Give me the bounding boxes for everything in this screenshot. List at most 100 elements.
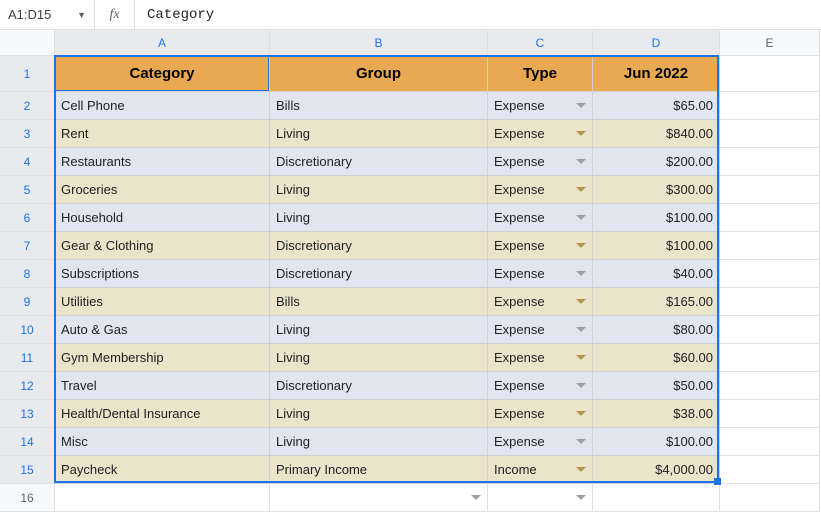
row-header-13[interactable]: 13 — [0, 400, 55, 428]
cell-E9[interactable] — [720, 288, 820, 316]
cell-type-dropdown[interactable]: Expense — [488, 428, 593, 456]
cell-group[interactable]: Living — [270, 400, 488, 428]
col-header-B[interactable]: B — [270, 30, 488, 56]
cell-category[interactable]: Restaurants — [55, 148, 270, 176]
row-header-1[interactable]: 1 — [0, 56, 55, 92]
cell-type-dropdown[interactable]: Expense — [488, 400, 593, 428]
chevron-down-icon[interactable] — [576, 411, 586, 416]
cell-amount[interactable]: $65.00 — [593, 92, 720, 120]
chevron-down-icon[interactable] — [576, 131, 586, 136]
cell-type-dropdown[interactable]: Expense — [488, 176, 593, 204]
chevron-down-icon[interactable] — [576, 103, 586, 108]
cell-E16[interactable] — [720, 484, 820, 512]
cell-amount[interactable]: $100.00 — [593, 428, 720, 456]
cell-type-dropdown[interactable]: Expense — [488, 204, 593, 232]
row-header-8[interactable]: 8 — [0, 260, 55, 288]
spreadsheet-grid[interactable]: ABCDE1CategoryGroupTypeJun 20222Cell Pho… — [0, 30, 821, 512]
row-header-12[interactable]: 12 — [0, 372, 55, 400]
cell-group[interactable]: Bills — [270, 92, 488, 120]
cell-category[interactable]: Household — [55, 204, 270, 232]
cell-amount[interactable]: $80.00 — [593, 316, 720, 344]
cell-type-dropdown[interactable]: Expense — [488, 232, 593, 260]
row-header-5[interactable]: 5 — [0, 176, 55, 204]
cell-category[interactable]: Groceries — [55, 176, 270, 204]
cell-group[interactable]: Discretionary — [270, 260, 488, 288]
row-header-10[interactable]: 10 — [0, 316, 55, 344]
name-box[interactable]: A1:D15 ▼ — [0, 0, 95, 29]
col-header-C[interactable]: C — [488, 30, 593, 56]
cell-group[interactable]: Living — [270, 176, 488, 204]
formula-input[interactable] — [135, 0, 821, 29]
chevron-down-icon[interactable] — [576, 383, 586, 388]
chevron-down-icon[interactable] — [576, 159, 586, 164]
chevron-down-icon[interactable] — [576, 187, 586, 192]
cell-E3[interactable] — [720, 120, 820, 148]
cell-amount[interactable]: $100.00 — [593, 204, 720, 232]
chevron-down-icon[interactable] — [576, 299, 586, 304]
cell-E1[interactable] — [720, 56, 820, 92]
chevron-down-icon[interactable] — [576, 495, 586, 500]
cell-group[interactable]: Discretionary — [270, 232, 488, 260]
chevron-down-icon[interactable] — [576, 467, 586, 472]
cell-category[interactable]: Paycheck — [55, 456, 270, 484]
col-header-E[interactable]: E — [720, 30, 820, 56]
cell-E14[interactable] — [720, 428, 820, 456]
cell-amount[interactable]: $300.00 — [593, 176, 720, 204]
cell-type-dropdown[interactable]: Expense — [488, 344, 593, 372]
chevron-down-icon[interactable] — [576, 271, 586, 276]
cell-A16[interactable] — [55, 484, 270, 512]
cell-type-dropdown[interactable]: Expense — [488, 288, 593, 316]
row-header-9[interactable]: 9 — [0, 288, 55, 316]
cell-group[interactable]: Discretionary — [270, 372, 488, 400]
row-header-15[interactable]: 15 — [0, 456, 55, 484]
name-box-dropdown-icon[interactable]: ▼ — [77, 10, 86, 20]
cell-type-dropdown[interactable]: Income — [488, 456, 593, 484]
cell-amount[interactable]: $40.00 — [593, 260, 720, 288]
cell-E5[interactable] — [720, 176, 820, 204]
cell-category[interactable]: Health/Dental Insurance — [55, 400, 270, 428]
cell-group[interactable]: Living — [270, 120, 488, 148]
cell-D16[interactable] — [593, 484, 720, 512]
cell-amount[interactable]: $4,000.00 — [593, 456, 720, 484]
cell-type-dropdown[interactable]: Expense — [488, 148, 593, 176]
cell-E10[interactable] — [720, 316, 820, 344]
chevron-down-icon[interactable] — [576, 215, 586, 220]
chevron-down-icon[interactable] — [471, 495, 481, 500]
cell-category[interactable]: Travel — [55, 372, 270, 400]
cell-category[interactable]: Gear & Clothing — [55, 232, 270, 260]
row-header-11[interactable]: 11 — [0, 344, 55, 372]
cell-category[interactable]: Misc — [55, 428, 270, 456]
cell-C16-dropdown[interactable] — [488, 484, 593, 512]
cell-amount[interactable]: $200.00 — [593, 148, 720, 176]
cell-amount[interactable]: $840.00 — [593, 120, 720, 148]
cell-group[interactable]: Living — [270, 428, 488, 456]
cell-type-dropdown[interactable]: Expense — [488, 372, 593, 400]
cell-group[interactable]: Living — [270, 204, 488, 232]
cell-amount[interactable]: $50.00 — [593, 372, 720, 400]
cell-amount[interactable]: $165.00 — [593, 288, 720, 316]
cell-type-dropdown[interactable]: Expense — [488, 260, 593, 288]
cell-category[interactable]: Rent — [55, 120, 270, 148]
cell-group[interactable]: Primary Income — [270, 456, 488, 484]
row-header-3[interactable]: 3 — [0, 120, 55, 148]
cell-category[interactable]: Gym Membership — [55, 344, 270, 372]
cell-E7[interactable] — [720, 232, 820, 260]
cell-type-dropdown[interactable]: Expense — [488, 120, 593, 148]
row-header-14[interactable]: 14 — [0, 428, 55, 456]
cell-E13[interactable] — [720, 400, 820, 428]
chevron-down-icon[interactable] — [576, 327, 586, 332]
cell-E4[interactable] — [720, 148, 820, 176]
select-all-corner[interactable] — [0, 30, 55, 56]
cell-category[interactable]: Cell Phone — [55, 92, 270, 120]
cell-type-dropdown[interactable]: Expense — [488, 92, 593, 120]
cell-E8[interactable] — [720, 260, 820, 288]
cell-amount[interactable]: $100.00 — [593, 232, 720, 260]
cell-group[interactable]: Living — [270, 316, 488, 344]
row-header-4[interactable]: 4 — [0, 148, 55, 176]
cell-E12[interactable] — [720, 372, 820, 400]
cell-amount[interactable]: $38.00 — [593, 400, 720, 428]
row-header-6[interactable]: 6 — [0, 204, 55, 232]
cell-E2[interactable] — [720, 92, 820, 120]
cell-category[interactable]: Subscriptions — [55, 260, 270, 288]
chevron-down-icon[interactable] — [576, 439, 586, 444]
